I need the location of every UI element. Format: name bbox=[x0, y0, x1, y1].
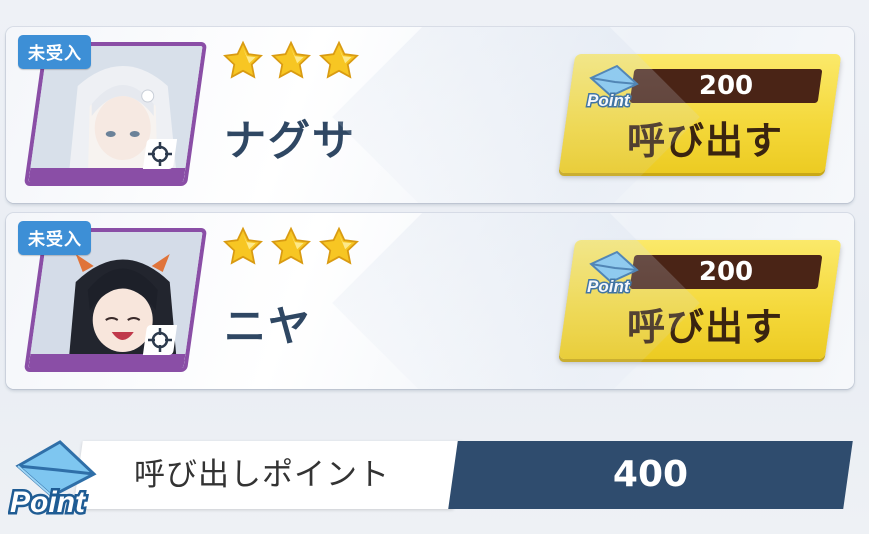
character-name: ニヤ bbox=[224, 302, 313, 351]
not-received-badge: 未受入 bbox=[18, 221, 91, 255]
summon-button[interactable]: 200 Point 呼び出す bbox=[558, 54, 842, 173]
not-received-badge: 未受入 bbox=[18, 35, 91, 69]
crosshair-icon[interactable] bbox=[142, 325, 178, 355]
summon-label: 呼び出す bbox=[626, 119, 783, 163]
star-icon bbox=[222, 226, 264, 268]
svg-text:Point: Point bbox=[587, 277, 631, 296]
star-icon bbox=[318, 40, 360, 82]
star-rating bbox=[222, 226, 360, 268]
star-icon bbox=[318, 226, 360, 268]
star-icon bbox=[270, 40, 312, 82]
point-envelope-icon: Point bbox=[585, 250, 643, 300]
summon-points-bar: 呼び出しポイント 400 bbox=[73, 441, 854, 509]
summon-button[interactable]: 200 Point 呼び出す bbox=[558, 240, 842, 359]
star-icon bbox=[222, 40, 264, 82]
point-envelope-icon: Point bbox=[585, 64, 643, 114]
character-card-nagusa: 未受入 ナグサ 200 Point 呼び出す bbox=[6, 27, 854, 203]
summon-label: 呼び出す bbox=[626, 305, 783, 349]
point-envelope-icon: Point bbox=[8, 436, 104, 524]
summon-points-label: 呼び出しポイント bbox=[134, 457, 390, 493]
cost-value: 200 bbox=[698, 71, 754, 101]
svg-text:Point: Point bbox=[10, 486, 87, 519]
svg-text:Point: Point bbox=[587, 91, 631, 110]
crosshair-icon[interactable] bbox=[142, 139, 178, 169]
cost-value: 200 bbox=[698, 257, 754, 287]
star-icon bbox=[270, 226, 312, 268]
character-name: ナグサ bbox=[224, 116, 357, 165]
summon-points-value: 400 bbox=[612, 454, 689, 495]
character-card-niya: 未受入 ニヤ 200 Point 呼び出す bbox=[6, 213, 854, 389]
star-rating bbox=[222, 40, 360, 82]
